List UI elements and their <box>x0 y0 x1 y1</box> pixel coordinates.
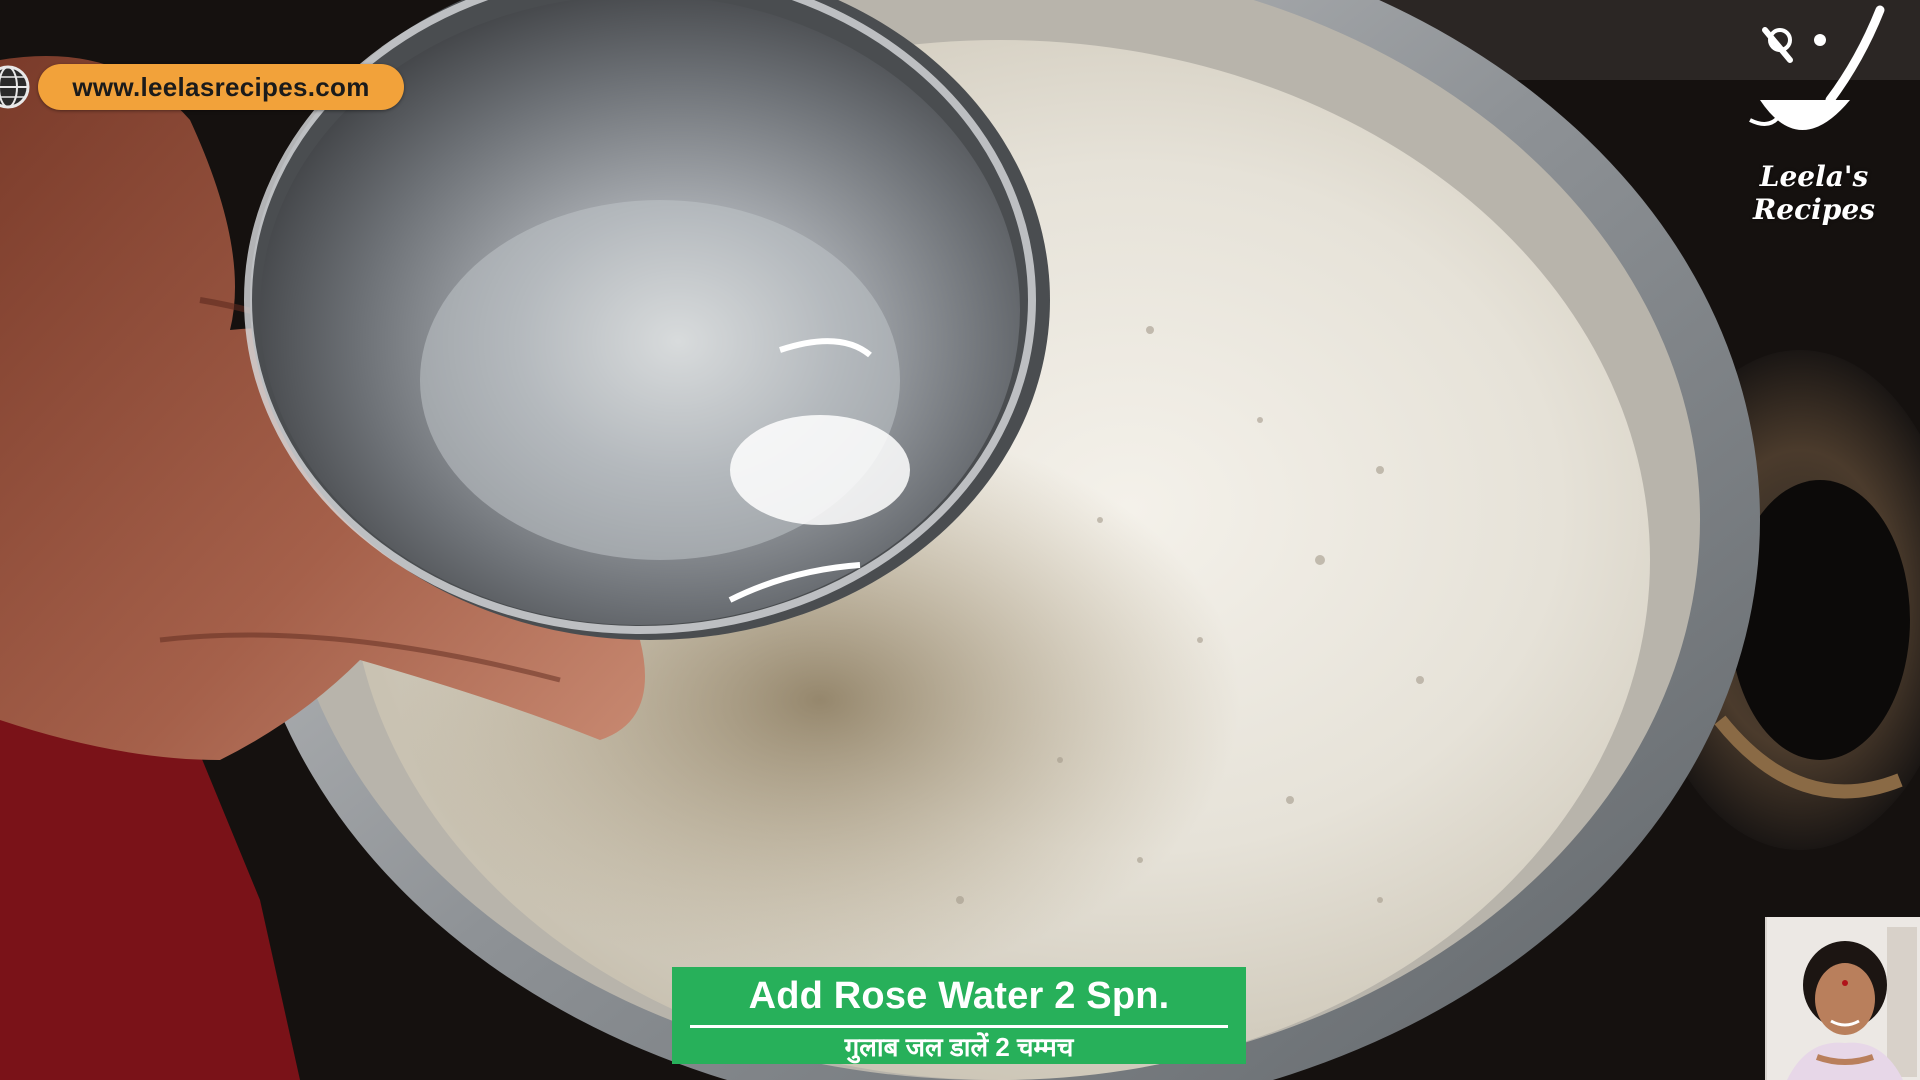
logo-text: Leela's Recipes <box>1753 160 1875 226</box>
caption-divider <box>690 1025 1228 1028</box>
step-caption: Add Rose Water 2 Spn. गुलाब जल डालें 2 च… <box>672 967 1246 1064</box>
globe-icon <box>0 58 30 116</box>
caption-english: Add Rose Water 2 Spn. <box>748 975 1170 1017</box>
presenter-webcam <box>1765 917 1920 1080</box>
website-url-text: www.leelasrecipes.com <box>72 71 370 102</box>
caption-hindi: गुलाब जल डालें 2 चम्मच <box>844 1032 1074 1062</box>
website-url-badge: www.leelasrecipes.com <box>38 64 404 110</box>
cooking-scene <box>0 0 1920 1080</box>
